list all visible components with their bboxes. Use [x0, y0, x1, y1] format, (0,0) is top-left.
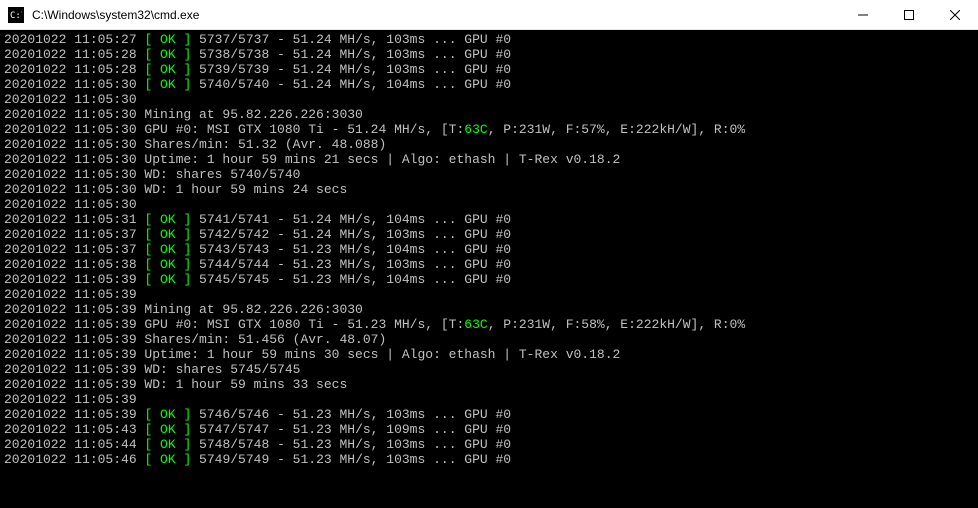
- log-line: 20201022 11:05:30 Uptime: 1 hour 59 mins…: [4, 152, 974, 167]
- log-line: 20201022 11:05:30 Mining at 95.82.226.22…: [4, 107, 974, 122]
- log-line: 20201022 11:05:39 WD: shares 5745/5745: [4, 362, 974, 377]
- ok-badge: [ OK ]: [144, 422, 191, 437]
- log-line: 20201022 11:05:28 [ OK ] 5739/5739 - 51.…: [4, 62, 974, 77]
- log-line: 20201022 11:05:30: [4, 197, 974, 212]
- log-line: 20201022 11:05:39 [ OK ] 5746/5746 - 51.…: [4, 407, 974, 422]
- log-line: 20201022 11:05:39 WD: 1 hour 59 mins 33 …: [4, 377, 974, 392]
- log-line: 20201022 11:05:43 [ OK ] 5747/5747 - 51.…: [4, 422, 974, 437]
- log-line: 20201022 11:05:30 [ OK ] 5740/5740 - 51.…: [4, 77, 974, 92]
- temp-value: 63C: [464, 122, 487, 137]
- log-line: 20201022 11:05:39 GPU #0: MSI GTX 1080 T…: [4, 317, 974, 332]
- ok-badge: [ OK ]: [144, 32, 191, 47]
- terminal-output[interactable]: 20201022 11:05:27 [ OK ] 5737/5737 - 51.…: [0, 30, 978, 508]
- ok-badge: [ OK ]: [144, 62, 191, 77]
- log-line: 20201022 11:05:46 [ OK ] 5749/5749 - 51.…: [4, 452, 974, 467]
- ok-badge: [ OK ]: [144, 407, 191, 422]
- log-line: 20201022 11:05:39: [4, 287, 974, 302]
- log-line: 20201022 11:05:30 Shares/min: 51.32 (Avr…: [4, 137, 974, 152]
- ok-badge: [ OK ]: [144, 452, 191, 467]
- ok-badge: [ OK ]: [144, 227, 191, 242]
- log-line: 20201022 11:05:30 WD: shares 5740/5740: [4, 167, 974, 182]
- window-titlebar: C:\ C:\Windows\system32\cmd.exe: [0, 0, 978, 30]
- svg-text:C:\: C:\: [10, 11, 22, 20]
- log-line: 20201022 11:05:39 Uptime: 1 hour 59 mins…: [4, 347, 974, 362]
- minimize-button[interactable]: [840, 0, 886, 29]
- ok-badge: [ OK ]: [144, 77, 191, 92]
- log-line: 20201022 11:05:39: [4, 392, 974, 407]
- ok-badge: [ OK ]: [144, 272, 191, 287]
- log-line: 20201022 11:05:30: [4, 92, 974, 107]
- close-button[interactable]: [932, 0, 978, 29]
- maximize-button[interactable]: [886, 0, 932, 29]
- log-line: 20201022 11:05:38 [ OK ] 5744/5744 - 51.…: [4, 257, 974, 272]
- log-line: 20201022 11:05:44 [ OK ] 5748/5748 - 51.…: [4, 437, 974, 452]
- log-line: 20201022 11:05:30 GPU #0: MSI GTX 1080 T…: [4, 122, 974, 137]
- window-controls: [840, 0, 978, 29]
- log-line: 20201022 11:05:28 [ OK ] 5738/5738 - 51.…: [4, 47, 974, 62]
- log-line: 20201022 11:05:30 WD: 1 hour 59 mins 24 …: [4, 182, 974, 197]
- ok-badge: [ OK ]: [144, 257, 191, 272]
- log-line: 20201022 11:05:31 [ OK ] 5741/5741 - 51.…: [4, 212, 974, 227]
- log-line: 20201022 11:05:39 Mining at 95.82.226.22…: [4, 302, 974, 317]
- ok-badge: [ OK ]: [144, 47, 191, 62]
- ok-badge: [ OK ]: [144, 437, 191, 452]
- ok-badge: [ OK ]: [144, 242, 191, 257]
- log-line: 20201022 11:05:37 [ OK ] 5742/5742 - 51.…: [4, 227, 974, 242]
- log-line: 20201022 11:05:39 Shares/min: 51.456 (Av…: [4, 332, 974, 347]
- cmd-icon: C:\: [8, 7, 24, 23]
- log-line: 20201022 11:05:39 [ OK ] 5745/5745 - 51.…: [4, 272, 974, 287]
- log-line: 20201022 11:05:27 [ OK ] 5737/5737 - 51.…: [4, 32, 974, 47]
- window-title: C:\Windows\system32\cmd.exe: [32, 8, 840, 22]
- temp-value: 63C: [464, 317, 487, 332]
- log-line: 20201022 11:05:37 [ OK ] 5743/5743 - 51.…: [4, 242, 974, 257]
- ok-badge: [ OK ]: [144, 212, 191, 227]
